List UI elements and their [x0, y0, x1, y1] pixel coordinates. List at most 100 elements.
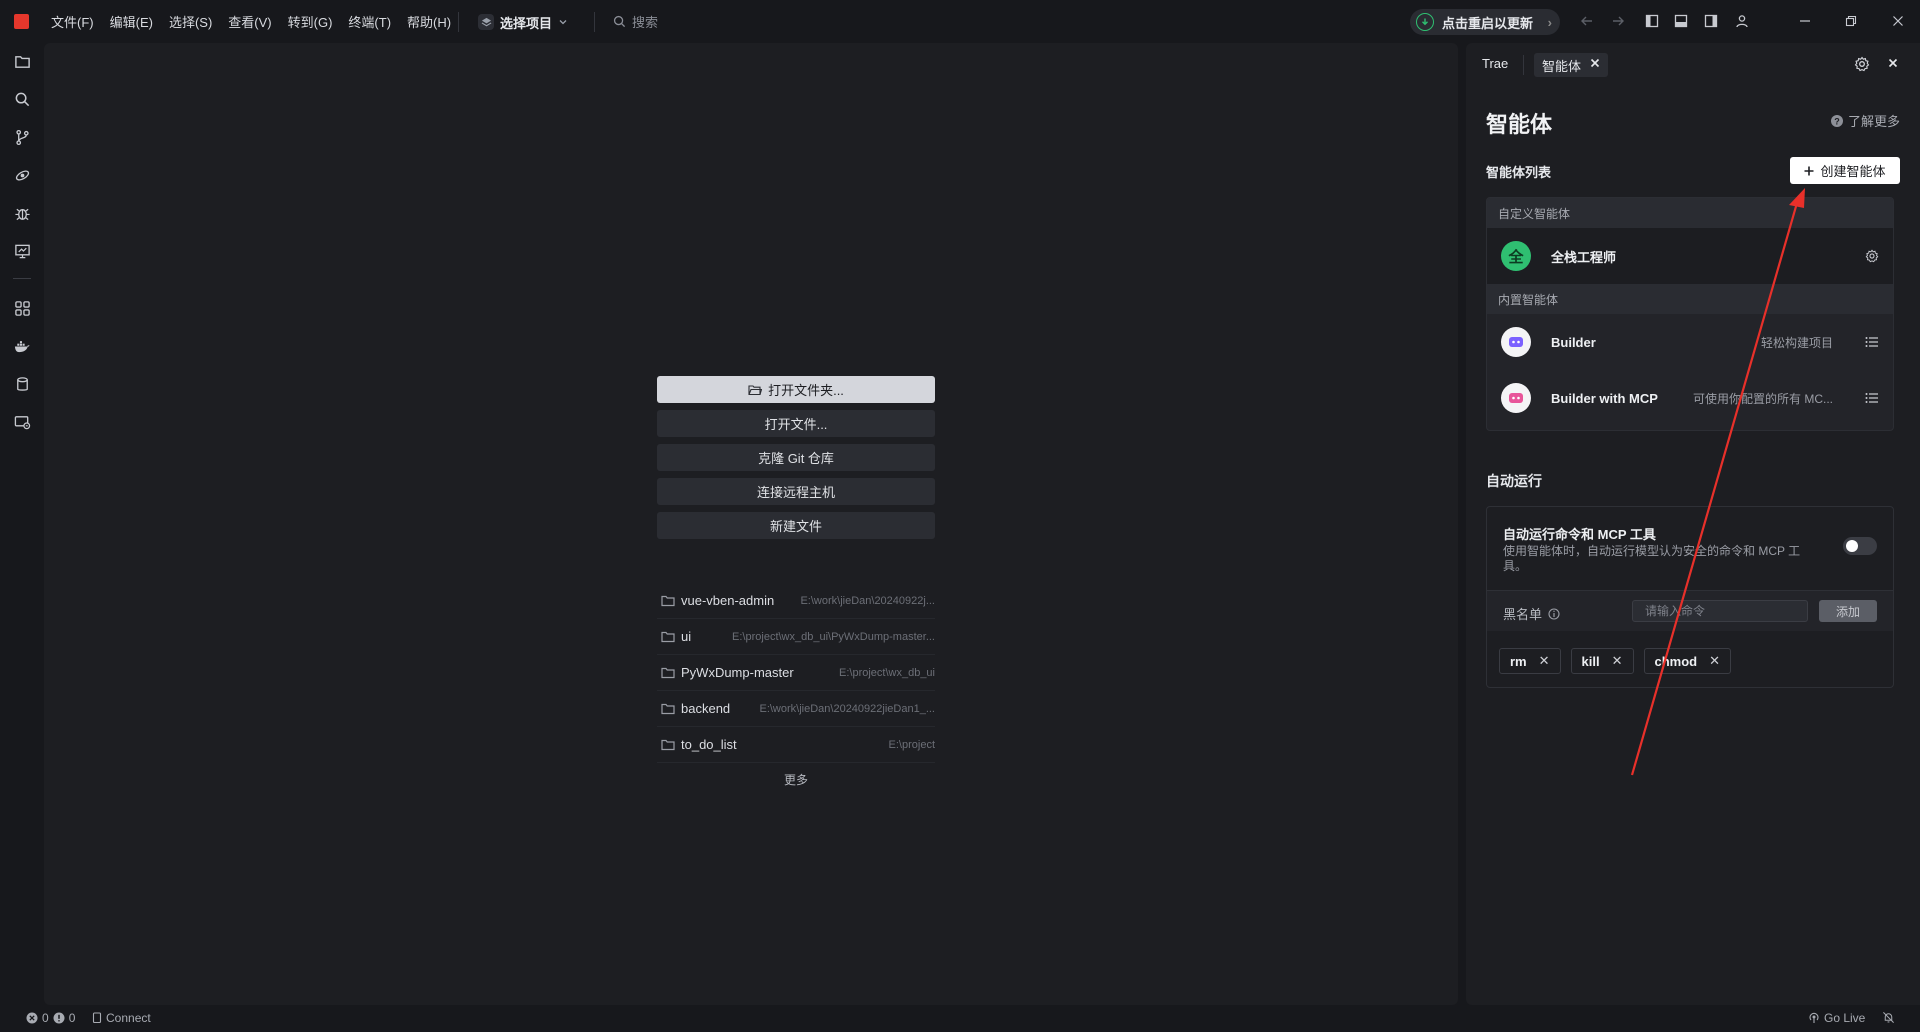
remove-chip-icon[interactable]: ✕	[1539, 653, 1550, 669]
remove-chip-icon[interactable]: ✕	[1612, 653, 1623, 669]
extensions-icon[interactable]	[12, 298, 32, 318]
restart-to-update-button[interactable]: 点击重启以更新 ›	[1410, 9, 1560, 35]
folder-icon	[661, 667, 675, 679]
clone-git-label: 克隆 Git 仓库	[758, 451, 834, 466]
minimize-icon[interactable]	[1797, 13, 1813, 29]
remove-chip-icon[interactable]: ✕	[1709, 653, 1720, 669]
toggle-right-panel-icon[interactable]	[1703, 13, 1719, 29]
recent-name: vue-vben-admin	[681, 593, 775, 608]
blacklist-input[interactable]: 请输入命令	[1632, 600, 1808, 622]
toggle-sidebar-icon[interactable]	[1644, 13, 1660, 29]
close-panel-icon[interactable]	[1888, 58, 1898, 68]
new-file-button[interactable]: 新建文件	[657, 512, 935, 539]
blacklist-chips: rm ✕ kill ✕ chmod ✕	[1499, 648, 1732, 674]
menu-selection[interactable]: 选择(S)	[169, 12, 212, 31]
menu-go[interactable]: 转到(G)	[288, 12, 333, 31]
agent-item[interactable]: Builder 轻松构建项目	[1487, 314, 1893, 370]
open-folder-button[interactable]: 打开文件夹...	[657, 376, 935, 403]
warning-icon	[53, 1012, 65, 1024]
toggle-panel-icon[interactable]	[1673, 13, 1689, 29]
open-file-button[interactable]: 打开文件...	[657, 410, 935, 437]
menu-view[interactable]: 查看(V)	[228, 12, 271, 31]
notifications-off-icon[interactable]	[1882, 1011, 1895, 1024]
search-icon[interactable]	[12, 89, 32, 109]
open-file-label: 打开文件...	[764, 417, 828, 432]
project-select[interactable]: 选择项目	[478, 10, 568, 34]
update-label: 点击重启以更新	[1442, 15, 1534, 31]
remote-explorer-icon[interactable]	[12, 412, 32, 432]
folder-icon	[661, 703, 675, 715]
agent-settings-icon[interactable]	[1865, 249, 1879, 263]
go-live-button[interactable]: Go Live	[1808, 1011, 1865, 1025]
tab-trae[interactable]: Trae	[1482, 56, 1508, 71]
panel-title: 智能体	[1486, 112, 1553, 137]
menu-bar: 文件(F) 编辑(E) 选择(S) 查看(V) 转到(G) 终端(T) 帮助(H…	[51, 0, 467, 43]
search-placeholder: 搜索	[632, 15, 659, 30]
status-bar: 0 0 Connect Go Live	[0, 1005, 1920, 1032]
recent-name: to_do_list	[681, 737, 737, 752]
recent-item[interactable]: vue-vben-admin E:\work\jieDan\20240922j.…	[657, 583, 935, 619]
forward-arrow-icon[interactable]	[1610, 13, 1626, 29]
agent-item[interactable]: Builder with MCP 可使用你配置的所有 MC...	[1487, 370, 1893, 426]
recent-item[interactable]: backend E:\work\jieDan\20240922jieDan1_.…	[657, 691, 935, 727]
problems-indicator[interactable]: 0 0	[26, 1011, 75, 1025]
list-icon[interactable]	[1865, 336, 1879, 348]
divider	[458, 12, 459, 32]
agent-item[interactable]: 全 全栈工程师	[1487, 228, 1893, 284]
auto-run-toggle[interactable]	[1843, 537, 1877, 555]
blacklist-row: 黑名单 请输入命令 添加	[1487, 591, 1893, 631]
broadcast-icon	[1808, 1012, 1820, 1024]
connect-remote-label: 连接远程主机	[756, 485, 835, 500]
account-icon[interactable]	[1734, 13, 1750, 29]
monitor-chart-icon[interactable]	[12, 241, 32, 261]
agent-list-label: 智能体列表	[1486, 165, 1552, 180]
clone-git-button[interactable]: 克隆 Git 仓库	[657, 444, 935, 471]
recent-path: E:\work\jieDan\20240922jieDan1_...	[759, 702, 935, 715]
docker-icon[interactable]	[12, 336, 32, 356]
project-select-label: 选择项目	[500, 15, 553, 31]
recent-path: E:\work\jieDan\20240922j...	[800, 594, 935, 607]
back-arrow-icon[interactable]	[1579, 13, 1595, 29]
svg-text:?: ?	[1834, 116, 1840, 126]
explorer-icon[interactable]	[12, 51, 32, 71]
title-bar: 文件(F) 编辑(E) 选择(S) 查看(V) 转到(G) 终端(T) 帮助(H…	[0, 0, 1920, 43]
connect-remote-button[interactable]: 连接远程主机	[657, 478, 935, 505]
settings-gear-icon[interactable]	[1854, 56, 1870, 72]
menu-file[interactable]: 文件(F)	[51, 12, 94, 31]
source-control-icon[interactable]	[12, 127, 32, 147]
search-icon	[613, 15, 626, 28]
recent-path: E:\project\wx_db_ui\PyWxDump-master...	[732, 630, 935, 643]
close-window-icon[interactable]	[1890, 13, 1906, 29]
error-icon	[26, 1012, 38, 1024]
agent-desc: 轻松构建项目	[1760, 335, 1833, 350]
agent-list: 自定义智能体 全 全栈工程师 内置智能体 Builder 轻松构建项目 Buil…	[1486, 197, 1894, 431]
chevron-right-icon: ›	[1547, 14, 1552, 30]
search-box[interactable]: 搜索	[613, 12, 658, 31]
activity-bar	[0, 43, 44, 1005]
connect-status[interactable]: Connect	[92, 1011, 151, 1025]
folder-icon	[661, 595, 675, 607]
recent-item[interactable]: to_do_list E:\project	[657, 727, 935, 763]
learn-more-link[interactable]: ? 了解更多	[1830, 111, 1900, 130]
menu-edit[interactable]: 编辑(E)	[110, 12, 153, 31]
download-icon	[1416, 13, 1434, 31]
recent-item[interactable]: PyWxDump-master E:\project\wx_db_ui	[657, 655, 935, 691]
info-icon[interactable]	[1548, 607, 1560, 620]
recent-item[interactable]: ui E:\project\wx_db_ui\PyWxDump-master..…	[657, 619, 935, 655]
add-blacklist-button[interactable]: 添加	[1819, 600, 1877, 622]
help-icon: ?	[1830, 114, 1844, 128]
list-icon[interactable]	[1865, 392, 1879, 404]
menu-terminal[interactable]: 终端(T)	[348, 12, 391, 31]
divider	[13, 278, 31, 279]
error-count: 0	[42, 1011, 49, 1025]
editor-area: 打开文件夹... 打开文件... 克隆 Git 仓库 连接远程主机 新建文件 v…	[44, 43, 1458, 1005]
menu-help[interactable]: 帮助(H)	[407, 12, 451, 31]
create-agent-button[interactable]: 创建智能体	[1790, 157, 1900, 184]
restore-icon[interactable]	[1843, 13, 1859, 29]
remote-link-icon[interactable]	[12, 165, 32, 185]
recent-path: E:\project	[888, 738, 935, 751]
debug-icon[interactable]	[12, 203, 32, 223]
close-tab-icon[interactable]	[1590, 58, 1600, 68]
database-icon[interactable]	[12, 374, 32, 394]
more-link[interactable]: 更多	[657, 771, 935, 788]
